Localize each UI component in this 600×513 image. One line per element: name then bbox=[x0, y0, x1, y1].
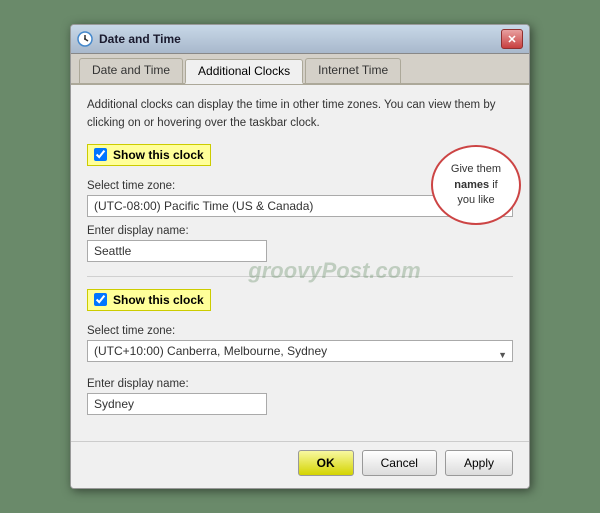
dialog-title: Date and Time bbox=[99, 32, 181, 46]
clock1-checkbox-row[interactable]: Show this clock bbox=[87, 144, 211, 166]
button-bar: OK Cancel Apply bbox=[71, 441, 529, 488]
title-bar: Date and Time ✕ bbox=[71, 25, 529, 54]
tab-content: groovyPost.com Give them names ifyou lik… bbox=[71, 85, 529, 441]
dialog-window: Date and Time ✕ Date and Time Additional… bbox=[70, 24, 530, 489]
clock-icon bbox=[77, 31, 93, 47]
annotation-bubble: Give them names ifyou like bbox=[431, 145, 521, 225]
clock1-displayname-label: Enter display name: bbox=[87, 225, 513, 237]
description-text: Additional clocks can display the time i… bbox=[87, 97, 513, 132]
annotation-bold: names bbox=[454, 179, 489, 191]
cancel-button[interactable]: Cancel bbox=[362, 450, 437, 476]
clock1-checkbox[interactable] bbox=[94, 148, 107, 161]
clock2-displayname-label: Enter display name: bbox=[87, 378, 513, 390]
clock-divider bbox=[87, 276, 513, 277]
clock2-timezone-select[interactable]: (UTC+10:00) Canberra, Melbourne, Sydney bbox=[87, 340, 513, 362]
tab-date-time[interactable]: Date and Time bbox=[79, 58, 183, 83]
clock2-timezone-label: Select time zone: bbox=[87, 325, 513, 337]
ok-button[interactable]: OK bbox=[298, 450, 354, 476]
apply-button[interactable]: Apply bbox=[445, 450, 513, 476]
close-button[interactable]: ✕ bbox=[501, 29, 523, 49]
clock2-displayname-input[interactable] bbox=[87, 393, 267, 415]
clock2-checkbox-label: Show this clock bbox=[113, 293, 204, 307]
clock2-checkbox-row[interactable]: Show this clock bbox=[87, 289, 211, 311]
title-bar-left: Date and Time bbox=[77, 31, 181, 47]
annotation-text: Give them names ifyou like bbox=[439, 162, 513, 208]
tab-bar: Date and Time Additional Clocks Internet… bbox=[71, 54, 529, 85]
clock1-checkbox-label: Show this clock bbox=[113, 148, 204, 162]
clock1-displayname-input[interactable] bbox=[87, 240, 267, 262]
tab-internet-time[interactable]: Internet Time bbox=[305, 58, 401, 83]
clock2-timezone-wrapper: (UTC+10:00) Canberra, Melbourne, Sydney bbox=[87, 340, 513, 370]
clock2-checkbox[interactable] bbox=[94, 293, 107, 306]
tab-additional-clocks[interactable]: Additional Clocks bbox=[185, 59, 303, 84]
clock2-section: Show this clock Select time zone: (UTC+1… bbox=[87, 289, 513, 415]
